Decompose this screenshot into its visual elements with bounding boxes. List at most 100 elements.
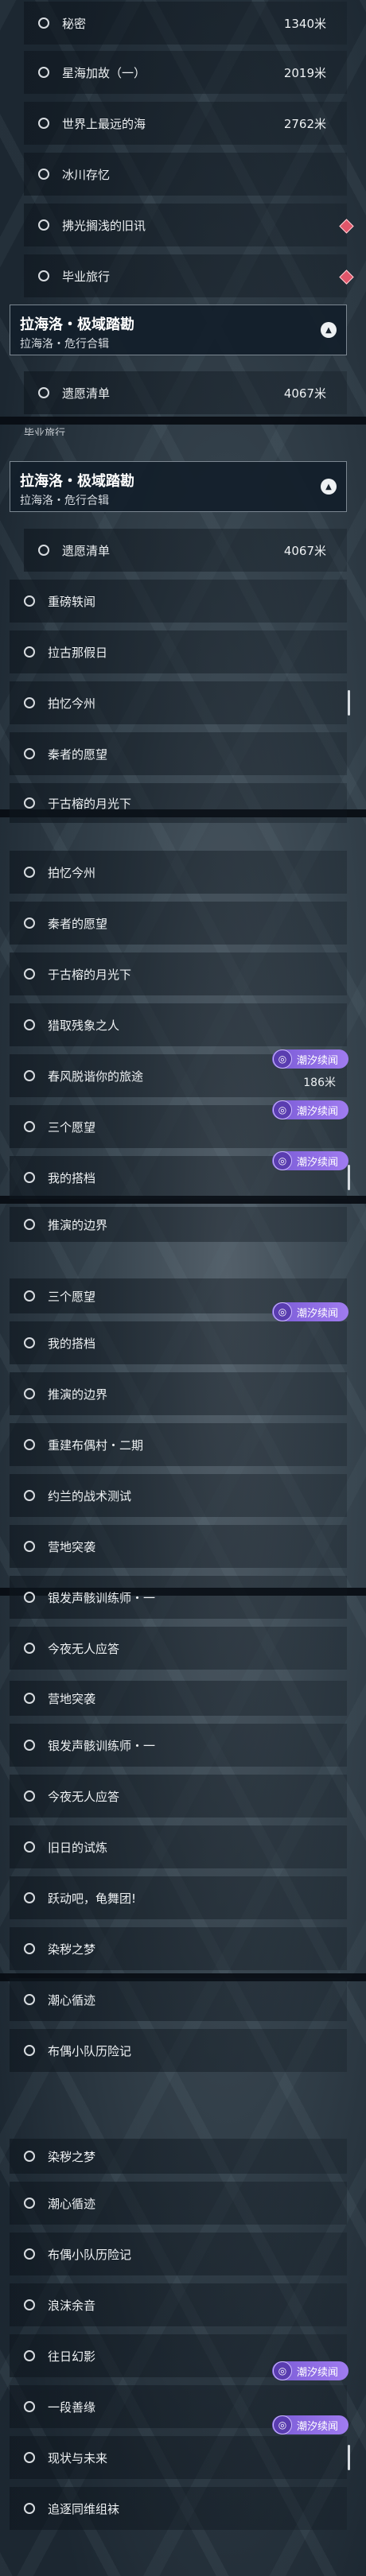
- track-radio[interactable]: [24, 1892, 35, 1903]
- track-radio[interactable]: [24, 2503, 35, 2514]
- track-radio[interactable]: [24, 1490, 35, 1501]
- quest-group-header[interactable]: 拉海洛・极域踏勘 拉海洛・危行合辑 ▲: [10, 305, 347, 355]
- track-radio[interactable]: [24, 797, 35, 809]
- track-radio[interactable]: [38, 67, 49, 78]
- collapse-icon[interactable]: ▲: [321, 479, 337, 495]
- quest-item[interactable]: 猎取残象之人: [10, 1003, 347, 1046]
- quest-item[interactable]: 跃动吧，龟舞团!: [10, 1876, 347, 1919]
- quest-item[interactable]: 约兰的战术测试: [10, 1474, 347, 1517]
- quest-item[interactable]: 布偶小队历险记: [10, 2233, 347, 2275]
- quest-item[interactable]: 旧日的试炼: [10, 1825, 347, 1868]
- quest-label: 拍忆今州: [48, 865, 96, 880]
- quest-item[interactable]: 毕业旅行: [24, 254, 354, 297]
- quest-item[interactable]: 追逐同维组袜: [10, 2487, 347, 2530]
- quest-item[interactable]: 银发声骸训练师・一: [10, 1576, 347, 1619]
- track-radio[interactable]: [24, 2151, 35, 2162]
- track-radio[interactable]: [24, 1841, 35, 1852]
- quest-item[interactable]: 拉古那假日: [10, 630, 347, 673]
- track-radio[interactable]: [24, 1121, 35, 1132]
- track-radio[interactable]: [24, 1337, 35, 1348]
- quest-item[interactable]: 银发声骸训练师・一: [10, 1724, 347, 1767]
- track-radio[interactable]: [24, 2299, 35, 2310]
- track-radio[interactable]: [24, 2248, 35, 2260]
- quest-item[interactable]: 拂光搁浅的旧讯: [24, 204, 354, 246]
- collapse-icon[interactable]: ▲: [321, 322, 337, 338]
- track-radio[interactable]: [38, 169, 49, 180]
- track-radio[interactable]: [24, 867, 35, 878]
- scrollbar-thumb[interactable]: [348, 1164, 350, 1191]
- quest-item[interactable]: 染秽之梦: [10, 2139, 347, 2174]
- quest-item[interactable]: 染秽之梦: [10, 1927, 347, 1970]
- track-radio[interactable]: [24, 1740, 35, 1751]
- quest-group-header[interactable]: 拉海洛・极域踏勘 拉海洛・危行合辑 ▲: [10, 461, 347, 512]
- quest-item[interactable]: 浪沫余音: [10, 2283, 347, 2326]
- quest-item[interactable]: 三个愿望 ◎ 潮汐续闻: [10, 1278, 348, 1321]
- quest-item[interactable]: 我的搭档 ◎ 潮汐续闻: [10, 1151, 350, 1199]
- track-radio[interactable]: [24, 1693, 35, 1704]
- track-radio[interactable]: [24, 2198, 35, 2209]
- track-radio[interactable]: [24, 1388, 35, 1399]
- quest-item[interactable]: 遗愿清单 4067米: [24, 529, 347, 572]
- quest-item[interactable]: 秘密 1340米: [24, 2, 347, 45]
- scrollbar-thumb[interactable]: [348, 2444, 350, 2471]
- quest-item[interactable]: 世界上最远的海 2762米: [24, 102, 347, 145]
- track-radio[interactable]: [24, 1643, 35, 1654]
- quest-item[interactable]: 春风脱谐你的旅途 ◎ 潮汐续闻 186米: [10, 1049, 348, 1097]
- quest-item[interactable]: 现状与未来: [10, 2436, 350, 2479]
- quest-item[interactable]: 潮心循迹: [10, 2182, 347, 2225]
- track-radio[interactable]: [24, 1994, 35, 2005]
- track-radio[interactable]: [24, 2045, 35, 2056]
- quest-item[interactable]: 我的搭档: [10, 1321, 347, 1364]
- track-radio[interactable]: [38, 545, 49, 556]
- track-radio[interactable]: [24, 1592, 35, 1603]
- track-radio[interactable]: [24, 2452, 35, 2463]
- track-radio[interactable]: [24, 1790, 35, 1802]
- quest-item[interactable]: 往日幻影 ◎ 潮汐续闻: [10, 2334, 348, 2380]
- track-radio[interactable]: [24, 1070, 35, 1081]
- track-radio[interactable]: [24, 1172, 35, 1183]
- quest-item[interactable]: 营地突袭: [10, 1681, 347, 1716]
- track-radio[interactable]: [24, 1541, 35, 1552]
- quest-item[interactable]: 于古榕的月光下: [10, 783, 347, 823]
- track-radio[interactable]: [24, 646, 35, 658]
- track-radio[interactable]: [24, 918, 35, 929]
- quest-item[interactable]: 重磅轶闻: [10, 580, 347, 623]
- quest-item[interactable]: 重建布偶村・二期: [10, 1423, 347, 1466]
- track-radio[interactable]: [24, 1439, 35, 1450]
- quest-item[interactable]: 一段善缘 ◎ 潮汐续闻: [10, 2385, 348, 2434]
- track-radio[interactable]: [24, 697, 35, 708]
- quest-item[interactable]: 秦者的愿望: [10, 732, 347, 775]
- quest-item[interactable]: 三个愿望 ◎ 潮汐续闻: [10, 1100, 348, 1148]
- track-radio[interactable]: [24, 1019, 35, 1030]
- track-radio[interactable]: [24, 2350, 35, 2361]
- quest-item[interactable]: 推演的边界: [10, 1207, 347, 1242]
- quest-item[interactable]: 冰川存忆: [24, 153, 347, 196]
- quest-label: 染秽之梦: [48, 2149, 96, 2164]
- track-radio[interactable]: [38, 387, 49, 398]
- quest-item[interactable]: 秦者的愿望: [10, 902, 347, 945]
- quest-item[interactable]: 今夜无人应答: [10, 1627, 347, 1670]
- track-radio[interactable]: [38, 118, 49, 129]
- quest-item[interactable]: 遗愿清单 4067米: [24, 371, 347, 414]
- quest-item[interactable]: 布偶小队历险记: [10, 2029, 347, 2072]
- track-radio[interactable]: [24, 1290, 35, 1302]
- quest-label: 追逐同维组袜: [48, 2501, 120, 2516]
- quest-item[interactable]: 拍忆今州: [10, 681, 350, 724]
- quest-item[interactable]: 于古榕的月光下: [10, 952, 347, 995]
- track-radio[interactable]: [38, 17, 49, 29]
- track-radio[interactable]: [24, 968, 35, 980]
- quest-item[interactable]: 营地突袭: [10, 1525, 347, 1568]
- quest-item[interactable]: 推演的边界: [10, 1372, 347, 1415]
- track-radio[interactable]: [38, 270, 49, 281]
- quest-item[interactable]: 星海加故（一） 2019米: [24, 51, 347, 94]
- quest-item[interactable]: 拍忆今州: [10, 851, 347, 894]
- track-radio[interactable]: [38, 219, 49, 231]
- quest-item[interactable]: 潮心循迹: [10, 1978, 347, 2021]
- track-radio[interactable]: [24, 1219, 35, 1230]
- track-radio[interactable]: [24, 748, 35, 759]
- track-radio[interactable]: [24, 596, 35, 607]
- track-radio[interactable]: [24, 1943, 35, 1954]
- scrollbar-thumb[interactable]: [348, 689, 350, 716]
- quest-item[interactable]: 今夜无人应答: [10, 1775, 347, 1818]
- track-radio[interactable]: [24, 2401, 35, 2412]
